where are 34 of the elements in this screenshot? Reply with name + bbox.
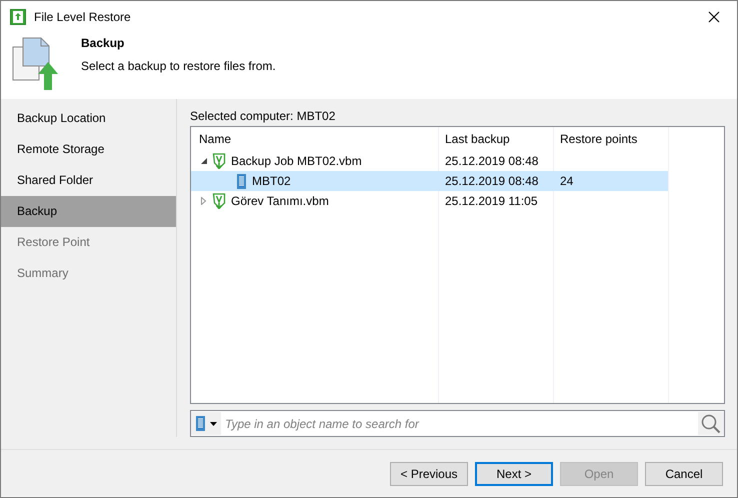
page-title: Backup xyxy=(81,36,126,52)
wizard-button[interactable]: < Previous xyxy=(390,462,468,486)
wizard-button[interactable]: Cancel xyxy=(645,462,723,486)
window-title: File Level Restore xyxy=(34,10,132,24)
wizard-button[interactable]: Next > xyxy=(475,462,553,486)
server-icon xyxy=(195,415,206,432)
expand-icon[interactable] xyxy=(200,197,208,206)
column-header[interactable]: Name xyxy=(199,132,232,146)
table-cell: 24 xyxy=(560,174,574,188)
backup-job-icon xyxy=(212,153,226,170)
wizard-step[interactable]: Shared Folder xyxy=(1,165,176,196)
backup-job-icon xyxy=(212,193,226,210)
column-header[interactable]: Last backup xyxy=(445,132,510,146)
selected-computer-label: Selected computer: MBT02 xyxy=(190,109,336,126)
tree-row[interactable]: MBT02 25.12.2019 08:48 24 xyxy=(191,171,668,192)
app-icon xyxy=(10,8,26,24)
column-header[interactable]: Restore points xyxy=(560,132,638,146)
collapse-icon[interactable] xyxy=(200,157,208,166)
tree-item-name: MBT02 xyxy=(252,174,291,188)
wizard-step[interactable]: Remote Storage xyxy=(1,134,176,166)
tree-item-name: Backup Job MBT02.vbm xyxy=(231,154,362,168)
table-cell: 25.12.2019 08:48 xyxy=(445,174,538,188)
page-subtitle: Select a backup to restore files from. xyxy=(81,59,276,73)
table-cell: 25.12.2019 08:48 xyxy=(445,154,538,168)
caret-icon xyxy=(210,422,217,426)
close-icon[interactable] xyxy=(708,10,720,22)
search-field[interactable]: Type in an object name to search for xyxy=(190,410,725,438)
table-cell: 25.12.2019 11:05 xyxy=(445,194,538,208)
server-icon xyxy=(236,172,247,190)
search-icon[interactable] xyxy=(701,414,721,434)
wizard-step[interactable]: Backup xyxy=(1,196,176,228)
tree-item-name: Görev Tanımı.vbm xyxy=(231,194,329,208)
wizard-step[interactable]: Backup Location xyxy=(1,103,176,134)
object-type-dropdown[interactable] xyxy=(191,412,221,436)
